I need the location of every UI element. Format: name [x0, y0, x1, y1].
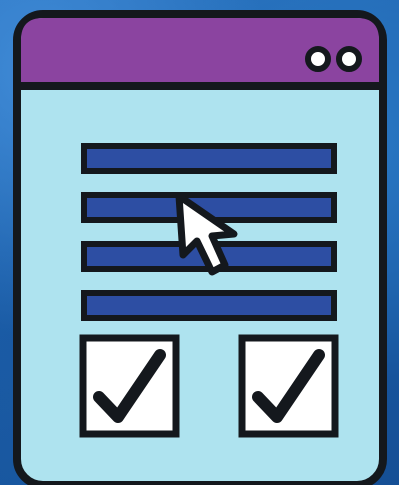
- form-line: [81, 143, 337, 174]
- form-line: [81, 290, 337, 321]
- form-window-illustration: [13, 10, 387, 485]
- window-button-icon: [336, 46, 362, 72]
- window-button-icon: [305, 46, 331, 72]
